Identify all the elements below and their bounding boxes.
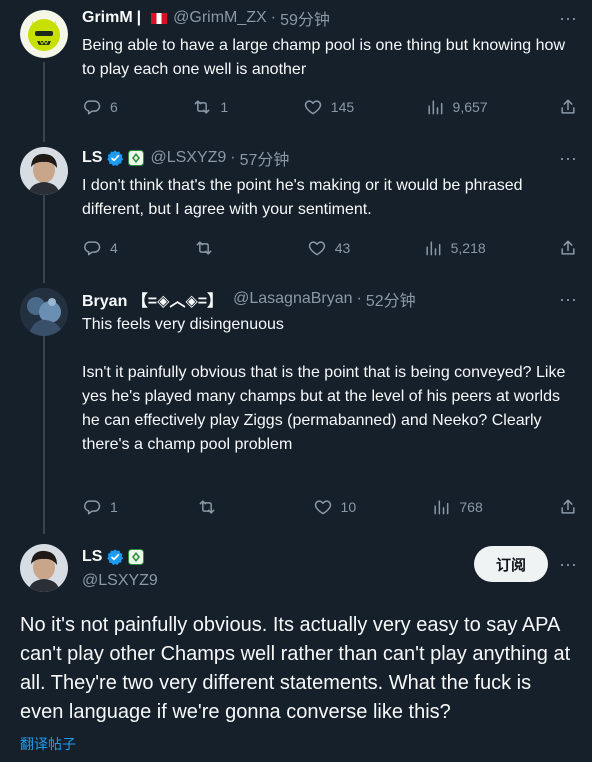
avatar-bryan[interactable] bbox=[20, 288, 68, 336]
views-button[interactable]: 5,218 bbox=[423, 238, 486, 258]
action-bar: 6 1 145 9,657 bbox=[82, 96, 578, 118]
verified-badge-icon bbox=[106, 548, 124, 566]
peru-flag-icon bbox=[151, 12, 168, 24]
retweet-button[interactable]: 1 bbox=[192, 97, 232, 117]
retweet-button[interactable] bbox=[197, 497, 237, 517]
main-author-name-row: LS bbox=[82, 548, 145, 566]
like-count: 145 bbox=[330, 99, 355, 115]
reply-icon bbox=[84, 100, 101, 115]
name-separator: | bbox=[136, 9, 142, 26]
like-button[interactable]: 43 bbox=[307, 238, 351, 258]
tweet-grimm[interactable]: GrimM | @GrimM_ZX · 59分钟 ··· Being able … bbox=[0, 0, 592, 140]
timestamp[interactable]: 59分钟 bbox=[280, 6, 330, 30]
more-icon[interactable]: ··· bbox=[558, 9, 578, 27]
ls-avatar-photo-icon bbox=[20, 544, 68, 592]
verified-badge-icon bbox=[106, 149, 124, 167]
more-icon[interactable]: ··· bbox=[558, 290, 578, 308]
timestamp[interactable]: 57分钟 bbox=[240, 146, 290, 170]
action-bar: 4 43 5,218 bbox=[82, 237, 578, 259]
action-bar: 1 10 768 bbox=[82, 496, 578, 518]
author-name[interactable]: LS bbox=[82, 149, 102, 167]
tweet-header: Bryan 【=◈︿◈=】 @LasagnaBryan · 52分钟 bbox=[82, 288, 416, 310]
reply-count: 4 bbox=[110, 240, 118, 256]
conversation-thread: GrimM | @GrimM_ZX · 59分钟 ··· Being able … bbox=[0, 0, 592, 762]
author-name[interactable]: GrimM bbox=[82, 9, 133, 27]
views-icon bbox=[434, 500, 449, 515]
more-icon[interactable]: ··· bbox=[558, 555, 578, 573]
heart-icon bbox=[314, 500, 331, 515]
author-handle[interactable]: @GrimM_ZX bbox=[173, 9, 267, 27]
retweet-icon bbox=[194, 100, 210, 114]
views-count: 5,218 bbox=[450, 240, 486, 256]
avatar-ls[interactable] bbox=[20, 147, 68, 195]
views-count: 768 bbox=[459, 499, 483, 515]
tweet-header: LS @LSXYZ9 · 57分钟 bbox=[82, 147, 289, 169]
reply-button[interactable]: 4 bbox=[82, 238, 122, 258]
share-icon bbox=[561, 99, 575, 114]
author-name[interactable]: LS bbox=[82, 548, 102, 566]
like-button[interactable]: 10 bbox=[313, 497, 357, 517]
tweet-bryan[interactable]: Bryan 【=◈︿◈=】 @LasagnaBryan · 52分钟 ··· T… bbox=[0, 282, 592, 536]
author-name[interactable]: Bryan 【=◈︿◈=】 bbox=[82, 287, 223, 311]
tweet-text: Being able to have a large champ pool is… bbox=[82, 37, 570, 78]
retweet-icon bbox=[199, 500, 215, 514]
dot-separator: · bbox=[270, 9, 277, 26]
share-button[interactable] bbox=[558, 497, 578, 517]
author-handle[interactable]: @LasagnaBryan bbox=[233, 290, 352, 308]
affiliate-badge-icon[interactable] bbox=[128, 549, 145, 565]
reply-count: 6 bbox=[110, 99, 118, 115]
like-count: 43 bbox=[334, 240, 351, 256]
share-icon bbox=[561, 240, 575, 255]
ls-avatar-photo-icon bbox=[20, 147, 68, 195]
dot-separator: · bbox=[230, 149, 236, 166]
reply-count: 1 bbox=[110, 499, 118, 515]
grimm-logo-icon bbox=[20, 10, 68, 58]
author-handle[interactable]: @LSXYZ9 bbox=[150, 149, 226, 167]
tweet-ls-reply[interactable]: LS @LSXYZ9 · 57分钟 ··· I don't think that… bbox=[0, 140, 592, 282]
views-icon bbox=[427, 100, 442, 115]
heart-icon bbox=[304, 100, 321, 115]
share-button[interactable] bbox=[558, 238, 578, 258]
tweet-header: GrimM | @GrimM_ZX · 59分钟 bbox=[82, 7, 330, 29]
avatar-grimm[interactable] bbox=[20, 10, 68, 58]
reply-icon bbox=[84, 500, 101, 515]
tweet-text: I don't think that's the point he's maki… bbox=[82, 177, 527, 218]
heart-icon bbox=[308, 241, 325, 256]
share-button[interactable] bbox=[558, 97, 578, 117]
views-icon bbox=[426, 241, 441, 256]
main-tweet-text: No it's not painfully obvious. Its actua… bbox=[20, 614, 571, 723]
like-button[interactable]: 145 bbox=[303, 97, 354, 117]
author-handle[interactable]: @LSXYZ9 bbox=[82, 572, 158, 590]
dot-separator: · bbox=[356, 290, 362, 307]
avatar-ls-main[interactable] bbox=[20, 544, 68, 592]
more-icon[interactable]: ··· bbox=[558, 149, 578, 167]
translate-link[interactable]: 翻译帖子 bbox=[20, 734, 76, 754]
retweet-icon bbox=[196, 241, 212, 255]
tweet-text: This feels very disingenuous Isn't it pa… bbox=[82, 316, 566, 453]
timestamp[interactable]: 52分钟 bbox=[366, 287, 416, 311]
affiliate-badge-icon[interactable] bbox=[128, 150, 145, 166]
views-count: 9,657 bbox=[452, 99, 488, 115]
subscribe-button[interactable]: 订阅 bbox=[474, 546, 548, 582]
reply-button[interactable]: 1 bbox=[82, 497, 122, 517]
retweet-count: 1 bbox=[220, 99, 229, 115]
share-icon bbox=[561, 499, 575, 514]
reply-button[interactable]: 6 bbox=[82, 97, 122, 117]
reply-icon bbox=[84, 241, 101, 256]
bryan-avatar-photo-icon bbox=[20, 288, 68, 336]
like-count: 10 bbox=[340, 499, 357, 515]
views-button[interactable]: 9,657 bbox=[425, 97, 488, 117]
retweet-button[interactable] bbox=[194, 238, 234, 258]
views-button[interactable]: 768 bbox=[431, 497, 483, 517]
